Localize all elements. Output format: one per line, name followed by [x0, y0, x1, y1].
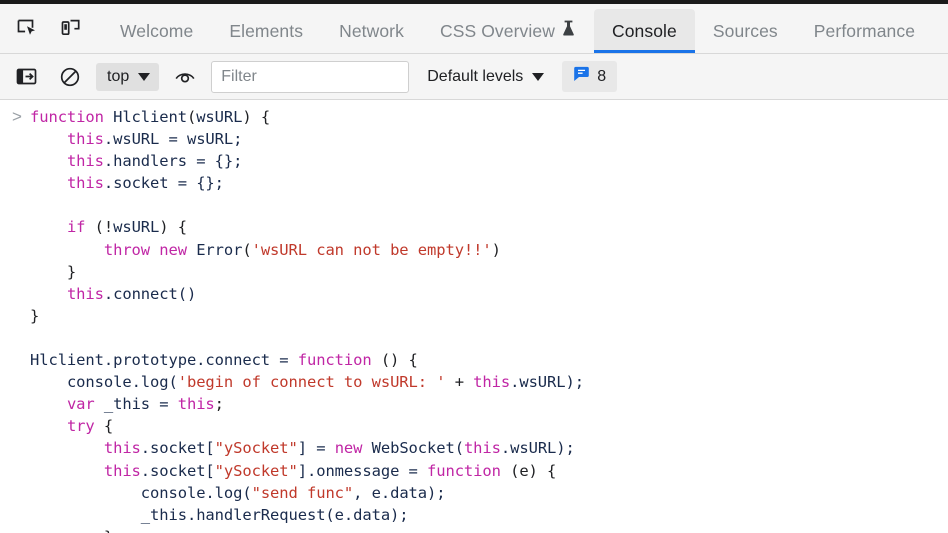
tab-elements-label: Elements [229, 20, 304, 41]
tab-console[interactable]: Console [593, 9, 695, 53]
log-levels-select[interactable]: Default levels [427, 67, 545, 86]
filter-input[interactable] [211, 60, 410, 93]
experimental-flask-icon [561, 20, 576, 42]
tab-performance-label: Performance [813, 20, 916, 41]
inspect-element-icon[interactable] [10, 12, 44, 44]
speech-bubble-icon [573, 66, 590, 87]
tab-performance[interactable]: Performance [796, 9, 933, 53]
eye-icon[interactable] [168, 61, 202, 93]
console-output-area[interactable]: > function Hlclient(wsURL) { this.wsURL … [0, 100, 948, 533]
message-count-badge[interactable]: 8 [562, 61, 618, 92]
clear-console-icon[interactable] [53, 61, 87, 93]
prompt-chevron-icon: > [12, 107, 22, 126]
execution-context-select[interactable]: top [96, 62, 160, 91]
tab-sources[interactable]: Sources [695, 9, 796, 53]
chevron-down-icon [532, 72, 545, 81]
message-count-value: 8 [597, 67, 607, 85]
sidebar-toggle-icon[interactable] [10, 61, 44, 93]
devtools-left-icons [0, 3, 94, 53]
tab-network[interactable]: Network [321, 9, 422, 53]
log-levels-value: Default levels [427, 67, 524, 85]
tab-console-label: Console [611, 20, 677, 41]
tab-network-label: Network [339, 20, 404, 41]
tab-css-overview[interactable]: CSS Overview [422, 9, 594, 53]
device-toolbar-icon[interactable] [54, 12, 88, 44]
devtools-tab-bar: Welcome Elements Network CSS Overview Co… [0, 0, 948, 54]
tab-elements[interactable]: Elements [211, 9, 321, 53]
console-source-code: function Hlclient(wsURL) { this.wsURL = … [30, 108, 584, 533]
console-log-entry[interactable]: > function Hlclient(wsURL) { this.wsURL … [0, 106, 948, 533]
execution-context-value: top [107, 67, 130, 85]
tab-welcome[interactable]: Welcome [102, 9, 211, 53]
tab-sources-label: Sources [712, 20, 778, 41]
chevron-down-icon [138, 72, 151, 81]
console-toolbar: top Default levels 8 [0, 54, 948, 100]
tab-css-overview-label: CSS Overview [439, 20, 555, 41]
devtools-tabs: Welcome Elements Network CSS Overview Co… [94, 3, 933, 53]
tab-welcome-label: Welcome [120, 20, 194, 41]
